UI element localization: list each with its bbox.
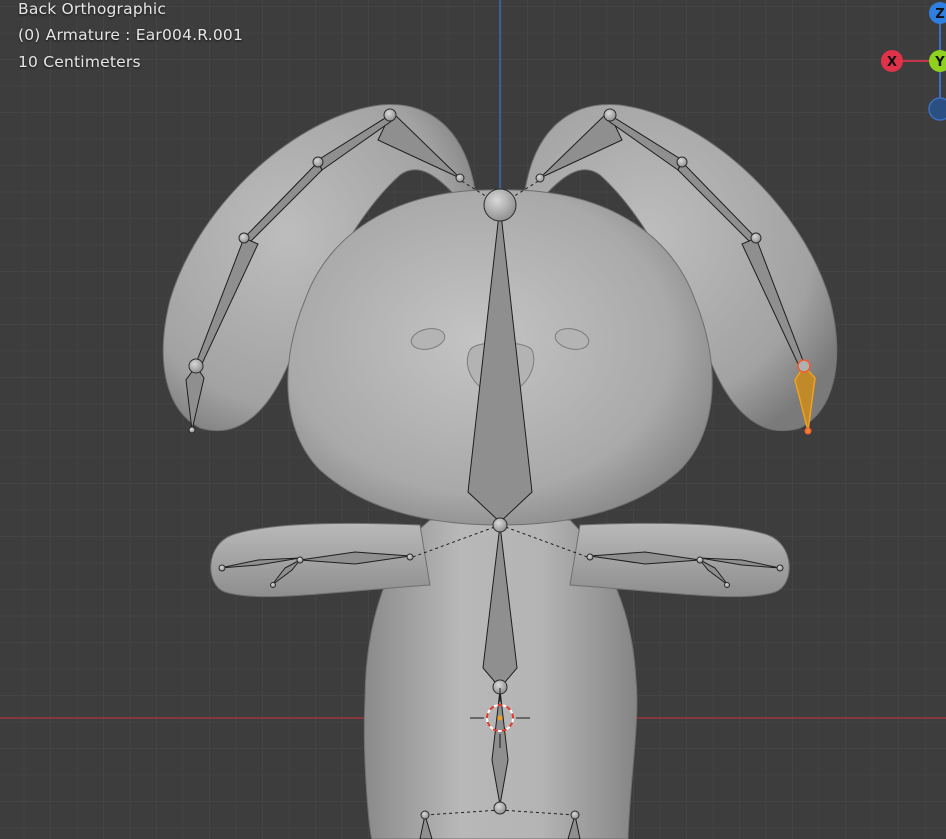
- gizmo-z-label: Z: [935, 7, 944, 22]
- selected-bone-tail[interactable]: [804, 427, 812, 435]
- scene-canvas[interactable]: [0, 0, 946, 839]
- active-object-label: (0) Armature : Ear004.R.001: [18, 26, 244, 44]
- selected-bone-head[interactable]: [797, 359, 811, 373]
- gizmo-x-label: X: [887, 55, 897, 70]
- 3d-viewport[interactable]: Back Orthographic (0) Armature : Ear004.…: [0, 0, 946, 839]
- navigation-gizmo[interactable]: Z X Y: [870, 0, 946, 130]
- gizmo-y-label: Y: [934, 55, 945, 70]
- view-name: Back Orthographic: [18, 0, 167, 18]
- gizmo-neg-z-icon[interactable]: [928, 97, 946, 121]
- grid-scale-label: 10 Centimeters: [18, 53, 141, 71]
